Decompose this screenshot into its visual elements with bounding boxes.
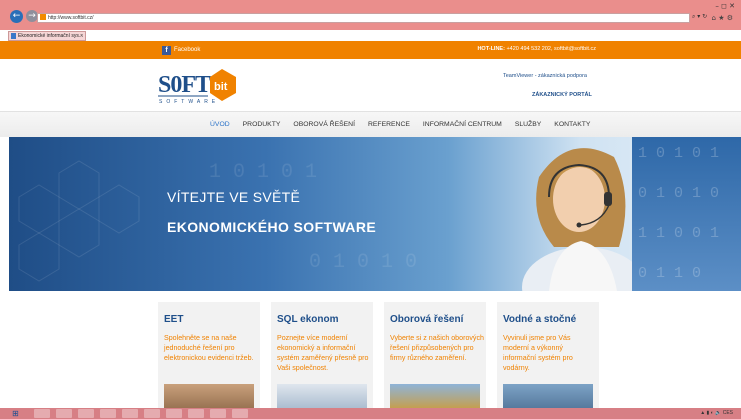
taskbar-app-icon[interactable] xyxy=(78,409,94,418)
hero-digits-2: 0 1 0 1 0 xyxy=(309,251,417,274)
browser-tab[interactable]: Ekonomické informační sys... × xyxy=(8,31,86,41)
support-agent-image xyxy=(522,148,646,291)
card-text: Vyberte si z našich oborových řešení při… xyxy=(390,334,484,362)
teamviewer-link[interactable]: TeamViewer - zákaznická podpora xyxy=(503,73,587,79)
hero-digits-1: 1 0 1 0 1 xyxy=(209,161,317,184)
taskbar-app-icon[interactable] xyxy=(188,409,204,418)
hero-heading-line2: EKONOMICKÉHO SOFTWARE xyxy=(167,219,377,235)
taskbar-app-icon[interactable] xyxy=(144,409,160,418)
main-menu-bar: ÚVOD PRODUKTY OBOROVÁ ŘEŠENÍ REFERENCE I… xyxy=(0,111,741,137)
card-vodne-a-stocne[interactable]: Vodné a stočné Vyvinuli jsme pro Vás mod… xyxy=(497,302,599,419)
taskbar-app-icon[interactable] xyxy=(166,409,182,418)
facebook-label: Facebook xyxy=(174,47,201,53)
taskbar-app-icon[interactable] xyxy=(56,409,72,418)
menu-item-uvod[interactable]: ÚVOD xyxy=(210,121,230,128)
menu-item-kontakty[interactable]: KONTAKTY xyxy=(554,121,590,128)
start-button-icon[interactable]: ⊞ xyxy=(12,409,22,418)
top-contact-bar: f Facebook HOT-LINE: +420 494 532 202, so… xyxy=(0,41,741,59)
address-tools-icons[interactable]: ⌕ ▾ ↻ xyxy=(692,13,707,21)
card-text: Vyvinuli jsme pro Vás moderní a výkonný … xyxy=(503,334,573,372)
card-text: Poznejte více moderní ekonomický a infor… xyxy=(277,334,369,372)
hero-banner: 1 0 1 0 1 0 1 0 1 0 1 0 1 0 1 0 1 0 1 0 … xyxy=(9,137,741,291)
hero-right-digits: 1 0 1 0 1 0 1 0 1 0 1 1 0 0 1 0 1 1 0 xyxy=(638,145,719,282)
site-header: S0FT bit SOFTWARE TeamViewer - zákaznick… xyxy=(0,59,741,111)
address-text: http://www.softbit.cz/ xyxy=(48,15,94,21)
menu-item-produkty[interactable]: PRODUKTY xyxy=(243,121,281,128)
hotline: HOT-LINE: +420 494 532 202, softbit@soft… xyxy=(477,46,596,52)
menu-item-informacni-centrum[interactable]: INFORMAČNÍ CENTRUM xyxy=(423,121,502,128)
browser-titlebar: ← → http://www.softbit.cz/ ⌕ ▾ ↻ – ◻ ✕ ⌂… xyxy=(0,0,741,30)
hotline-label: HOT-LINE: xyxy=(477,46,505,52)
hero-hex-pattern xyxy=(18,160,140,282)
hero-heading-line1: VÍTEJTE VE SVĚTĚ xyxy=(167,189,301,205)
menu-item-oborova-reseni[interactable]: OBOROVÁ ŘEŠENÍ xyxy=(293,121,355,128)
main-menu: ÚVOD PRODUKTY OBOROVÁ ŘEŠENÍ REFERENCE I… xyxy=(210,121,603,128)
customer-portal-link[interactable]: ZÁKAZNICKÝ PORTÁL xyxy=(532,92,592,98)
tab-close-icon[interactable]: × xyxy=(80,32,83,40)
facebook-icon: f xyxy=(162,46,171,55)
card-title[interactable]: Oborová řešení xyxy=(390,314,463,325)
tab-page-icon xyxy=(11,33,16,39)
taskbar-app-icon[interactable] xyxy=(100,409,116,418)
logo-subtitle: SOFTWARE xyxy=(159,99,219,105)
card-title[interactable]: EET xyxy=(164,314,183,325)
facebook-link[interactable]: f Facebook xyxy=(162,45,200,55)
taskbar-app-icon[interactable] xyxy=(34,409,50,418)
taskbar-apps xyxy=(34,409,248,418)
hero-right-digits-3: 1 1 0 0 1 xyxy=(638,225,719,242)
system-tray[interactable]: ▲ ▮ ◐ 🔈 CES xyxy=(700,409,733,418)
menu-item-reference[interactable]: REFERENCE xyxy=(368,121,410,128)
card-eet[interactable]: EET Spolehněte se na naše jednoduché řeš… xyxy=(158,302,260,419)
site-favicon-icon xyxy=(40,14,46,20)
card-title[interactable]: SQL ekonom xyxy=(277,314,339,325)
hero-right-digits-4: 0 1 1 0 xyxy=(638,265,701,282)
card-text: Spolehněte se na naše jednoduché řešení … xyxy=(164,334,254,362)
back-button[interactable]: ← xyxy=(10,10,23,23)
browser-toolbar-icons[interactable]: ⌂ ★ ⚙ xyxy=(712,14,733,22)
address-bar[interactable]: http://www.softbit.cz/ xyxy=(37,13,690,23)
hero-right-digits-2: 0 1 0 1 0 xyxy=(638,185,719,202)
softbit-logo[interactable]: S0FT bit SOFTWARE xyxy=(158,67,238,105)
taskbar-app-icon[interactable] xyxy=(122,409,138,418)
hero-right-panel: 1 0 1 0 1 0 1 0 1 0 1 1 0 0 1 0 1 1 0 xyxy=(632,137,741,291)
os-taskbar: ⊞ ▲ ▮ ◐ 🔈 CES xyxy=(0,408,741,419)
card-title[interactable]: Vodné a stočné xyxy=(503,314,576,325)
card-sql-ekonom[interactable]: SQL ekonom Poznejte více moderní ekonomi… xyxy=(271,302,373,419)
logo-bit-text: bit xyxy=(214,81,228,93)
taskbar-app-icon[interactable] xyxy=(232,409,248,418)
logo-soft-text: S0FT xyxy=(158,72,211,98)
hotline-value[interactable]: +420 494 532 202, softbit@softbit.cz xyxy=(506,46,596,52)
window-controls[interactable]: – ◻ ✕ xyxy=(715,2,735,10)
card-oborova-reseni[interactable]: Oborová řešení Vyberte si z našich oboro… xyxy=(384,302,486,419)
tab-title: Ekonomické informační sys... xyxy=(18,33,84,39)
hero-right-digits-1: 1 0 1 0 1 xyxy=(638,145,719,162)
menu-item-sluzby[interactable]: SLUŽBY xyxy=(515,121,541,128)
taskbar-app-icon[interactable] xyxy=(210,409,226,418)
